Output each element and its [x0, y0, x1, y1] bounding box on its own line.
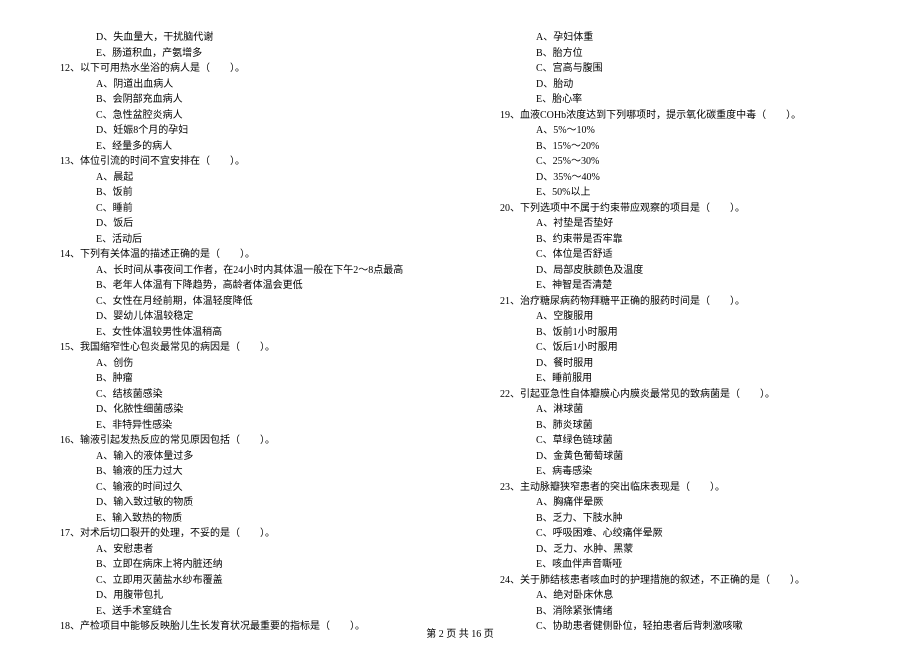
option-line: C、急性盆腔炎病人 — [40, 108, 440, 124]
question-line: 20、下列选项中不属于约束带应观察的项目是（ ）。 — [480, 201, 880, 217]
question-line: 13、体位引流的时间不宜安排在（ ）。 — [40, 154, 440, 170]
option-line: A、空腹服用 — [480, 309, 880, 325]
option-line: A、孕妇体重 — [480, 30, 880, 46]
option-line: B、15%～20% — [480, 139, 880, 155]
option-line: D、餐时服用 — [480, 356, 880, 372]
option-line: A、5%～10% — [480, 123, 880, 139]
option-line: C、睡前 — [40, 201, 440, 217]
option-line: E、非特异性感染 — [40, 418, 440, 434]
option-line: B、饭前 — [40, 185, 440, 201]
question-line: 23、主动脉瓣狭窄患者的突出临床表现是（ ）。 — [480, 480, 880, 496]
option-line: B、胎方位 — [480, 46, 880, 62]
question-line: 17、对术后切口裂开的处理，不妥的是（ ）。 — [40, 526, 440, 542]
option-line: C、呼吸困难、心绞痛伴晕厥 — [480, 526, 880, 542]
option-line: D、35%～40% — [480, 170, 880, 186]
option-line: D、局部皮肤颜色及温度 — [480, 263, 880, 279]
option-line: C、结核菌感染 — [40, 387, 440, 403]
option-line: B、约束带是否牢靠 — [480, 232, 880, 248]
option-line: C、女性在月经前期，体温轻度降低 — [40, 294, 440, 310]
option-line: C、宫高与腹围 — [480, 61, 880, 77]
option-line: B、肿瘤 — [40, 371, 440, 387]
option-line: E、女性体温较男性体温稍高 — [40, 325, 440, 341]
option-line: E、输入致热的物质 — [40, 511, 440, 527]
option-line: B、输液的压力过大 — [40, 464, 440, 480]
option-line: E、送手术室缝合 — [40, 604, 440, 620]
question-line: 22、引起亚急性自体瓣膜心内膜炎最常见的致病菌是（ ）。 — [480, 387, 880, 403]
column-left: D、失血量大，干扰脑代谢E、肠道积血，产氨增多12、以下可用热水坐浴的病人是（ … — [40, 30, 440, 610]
option-line: B、肺炎球菌 — [480, 418, 880, 434]
option-line: D、乏力、水肿、黑蒙 — [480, 542, 880, 558]
page-columns: D、失血量大，干扰脑代谢E、肠道积血，产氨增多12、以下可用热水坐浴的病人是（ … — [40, 30, 880, 610]
option-line: B、会阴部充血病人 — [40, 92, 440, 108]
column-right: A、孕妇体重B、胎方位C、宫高与腹围D、胎动E、胎心率19、血液COHb浓度达到… — [480, 30, 880, 610]
question-line: 12、以下可用热水坐浴的病人是（ ）。 — [40, 61, 440, 77]
option-line: D、饭后 — [40, 216, 440, 232]
option-line: C、25%～30% — [480, 154, 880, 170]
option-line: E、活动后 — [40, 232, 440, 248]
option-line: D、用腹带包扎 — [40, 588, 440, 604]
question-line: 21、治疗糖尿病药物拜糖平正确的服药时间是（ ）。 — [480, 294, 880, 310]
option-line: C、草绿色链球菌 — [480, 433, 880, 449]
option-line: B、饭前1小时服用 — [480, 325, 880, 341]
option-line: B、消除紧张情绪 — [480, 604, 880, 620]
option-line: A、阴道出血病人 — [40, 77, 440, 93]
option-line: A、胸痛伴晕厥 — [480, 495, 880, 511]
option-line: D、胎动 — [480, 77, 880, 93]
option-line: D、化脓性细菌感染 — [40, 402, 440, 418]
option-line: D、失血量大，干扰脑代谢 — [40, 30, 440, 46]
option-line: E、咳血伴声音嘶哑 — [480, 557, 880, 573]
question-line: 19、血液COHb浓度达到下列哪项时，提示氧化碳重度中毒（ ）。 — [480, 108, 880, 124]
question-line: 16、输液引起发热反应的常见原因包括（ ）。 — [40, 433, 440, 449]
question-line: 14、下列有关体温的描述正确的是（ ）。 — [40, 247, 440, 263]
option-line: B、乏力、下肢水肿 — [480, 511, 880, 527]
option-line: D、婴幼儿体温较稳定 — [40, 309, 440, 325]
option-line: D、金黄色葡萄球菌 — [480, 449, 880, 465]
option-line: A、输入的液体量过多 — [40, 449, 440, 465]
question-line: 15、我国缩窄性心包炎最常见的病因是（ ）。 — [40, 340, 440, 356]
option-line: C、饭后1小时服用 — [480, 340, 880, 356]
option-line: E、神智是否清楚 — [480, 278, 880, 294]
option-line: B、老年人体温有下降趋势，高龄者体温会更低 — [40, 278, 440, 294]
option-line: E、50%以上 — [480, 185, 880, 201]
option-line: D、输入致过敏的物质 — [40, 495, 440, 511]
option-line: C、输液的时间过久 — [40, 480, 440, 496]
option-line: A、晨起 — [40, 170, 440, 186]
option-line: A、淋球菌 — [480, 402, 880, 418]
page-footer: 第 2 页 共 16 页 — [0, 625, 920, 640]
option-line: A、绝对卧床休息 — [480, 588, 880, 604]
option-line: C、体位是否舒适 — [480, 247, 880, 263]
question-line: 24、关于肺结核患者咳血时的护理措施的叙述，不正确的是（ ）。 — [480, 573, 880, 589]
option-line: E、睡前服用 — [480, 371, 880, 387]
option-line: E、胎心率 — [480, 92, 880, 108]
option-line: A、安慰患者 — [40, 542, 440, 558]
option-line: E、病毒感染 — [480, 464, 880, 480]
option-line: E、肠道积血，产氨增多 — [40, 46, 440, 62]
option-line: A、创伤 — [40, 356, 440, 372]
option-line: A、长时间从事夜间工作者，在24小时内其体温一般在下午2～8点最高 — [40, 263, 440, 279]
option-line: E、经量多的病人 — [40, 139, 440, 155]
option-line: B、立即在病床上将内脏还纳 — [40, 557, 440, 573]
option-line: A、衬垫是否垫好 — [480, 216, 880, 232]
option-line: D、妊娠8个月的孕妇 — [40, 123, 440, 139]
option-line: C、立即用灭菌盐水纱布覆盖 — [40, 573, 440, 589]
